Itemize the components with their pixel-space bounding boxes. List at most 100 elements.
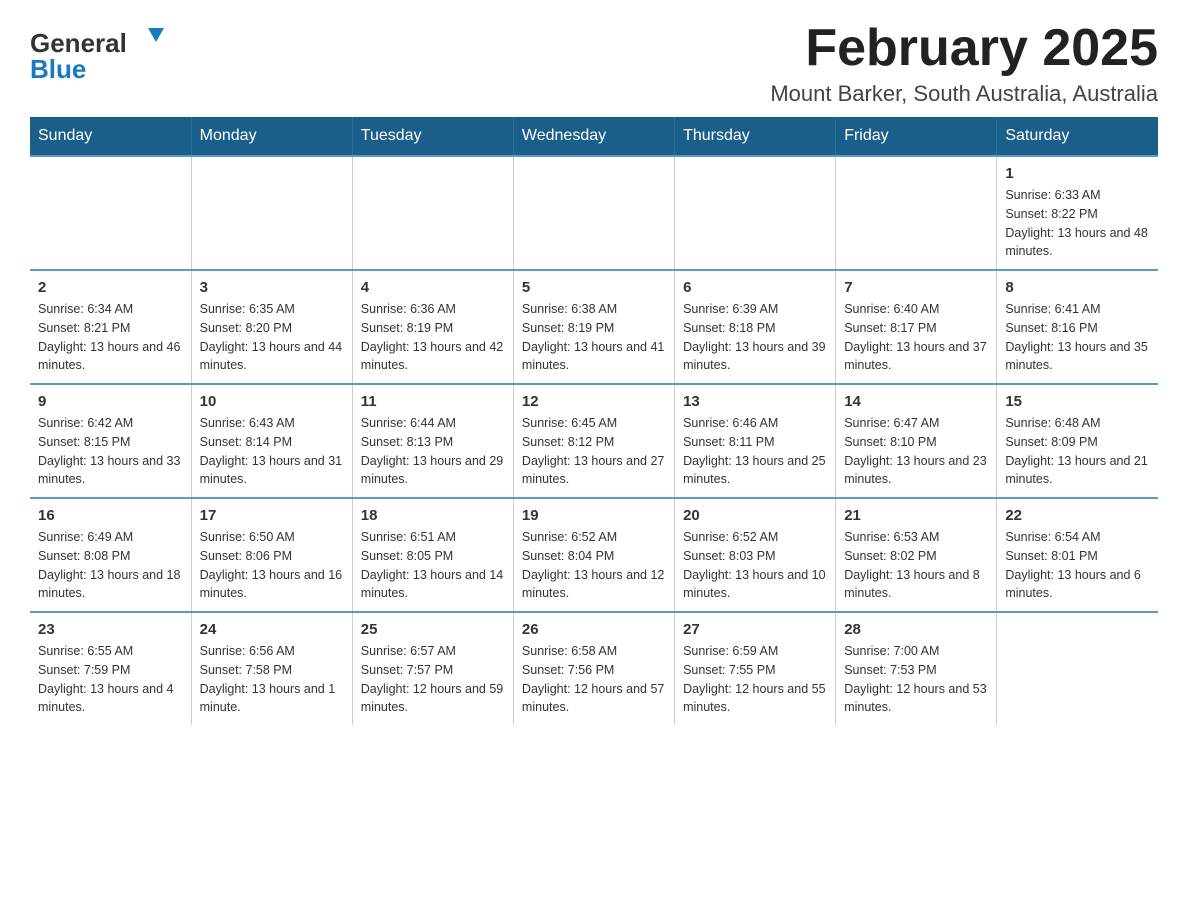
day-info: Sunrise: 6:54 AMSunset: 8:01 PMDaylight:… bbox=[1005, 528, 1150, 603]
calendar-table: SundayMondayTuesdayWednesdayThursdayFrid… bbox=[30, 117, 1158, 725]
page-subtitle: Mount Barker, South Australia, Australia bbox=[770, 81, 1158, 107]
calendar-cell: 15 Sunrise: 6:48 AMSunset: 8:09 PMDayligh… bbox=[997, 384, 1158, 498]
logo-svg: General Blue bbox=[30, 20, 180, 85]
week-row-4: 23 Sunrise: 6:55 AMSunset: 7:59 PMDayligh… bbox=[30, 612, 1158, 725]
week-row-0: 1Sunrise: 6:33 AMSunset: 8:22 PMDaylight… bbox=[30, 156, 1158, 270]
day-info: Sunrise: 6:53 AMSunset: 8:02 PMDaylight:… bbox=[844, 528, 988, 603]
svg-text:Blue: Blue bbox=[30, 54, 86, 84]
day-number: 23 bbox=[38, 621, 183, 638]
calendar-cell bbox=[352, 156, 513, 270]
day-number: 26 bbox=[522, 621, 666, 638]
day-number: 11 bbox=[361, 393, 505, 410]
page-title: February 2025 bbox=[770, 20, 1158, 77]
day-number: 16 bbox=[38, 507, 183, 524]
calendar-cell: 23 Sunrise: 6:55 AMSunset: 7:59 PMDayligh… bbox=[30, 612, 191, 725]
calendar-cell: 19 Sunrise: 6:52 AMSunset: 8:04 PMDayligh… bbox=[513, 498, 674, 612]
day-number: 24 bbox=[200, 621, 344, 638]
day-info: Sunrise: 6:50 AMSunset: 8:06 PMDaylight:… bbox=[200, 528, 344, 603]
day-number: 5 bbox=[522, 279, 666, 296]
title-block: February 2025 Mount Barker, South Austra… bbox=[770, 20, 1158, 107]
day-number: 22 bbox=[1005, 507, 1150, 524]
day-info: Sunrise: 6:52 AMSunset: 8:03 PMDaylight:… bbox=[683, 528, 827, 603]
calendar-cell: 27Sunrise: 6:59 AMSunset: 7:55 PMDayligh… bbox=[675, 612, 836, 725]
day-number: 18 bbox=[361, 507, 505, 524]
day-info: Sunrise: 6:56 AMSunset: 7:58 PMDaylight:… bbox=[200, 642, 344, 717]
day-number: 13 bbox=[683, 393, 827, 410]
calendar-cell: 18 Sunrise: 6:51 AMSunset: 8:05 PMDayligh… bbox=[352, 498, 513, 612]
day-number: 28 bbox=[844, 621, 988, 638]
day-number: 19 bbox=[522, 507, 666, 524]
calendar-cell bbox=[997, 612, 1158, 725]
calendar-cell: 21 Sunrise: 6:53 AMSunset: 8:02 PMDayligh… bbox=[836, 498, 997, 612]
header-wednesday: Wednesday bbox=[513, 117, 674, 156]
header-sunday: Sunday bbox=[30, 117, 191, 156]
calendar-cell: 4 Sunrise: 6:36 AMSunset: 8:19 PMDaylight… bbox=[352, 270, 513, 384]
calendar-cell: 11 Sunrise: 6:44 AMSunset: 8:13 PMDayligh… bbox=[352, 384, 513, 498]
day-info: Sunrise: 6:49 AMSunset: 8:08 PMDaylight:… bbox=[38, 528, 183, 603]
day-number: 3 bbox=[200, 279, 344, 296]
header-tuesday: Tuesday bbox=[352, 117, 513, 156]
header-monday: Monday bbox=[191, 117, 352, 156]
calendar-cell: 28 Sunrise: 7:00 AMSunset: 7:53 PMDayligh… bbox=[836, 612, 997, 725]
day-number: 10 bbox=[200, 393, 344, 410]
day-info: Sunrise: 6:40 AMSunset: 8:17 PMDaylight:… bbox=[844, 300, 988, 375]
day-info: Sunrise: 6:44 AMSunset: 8:13 PMDaylight:… bbox=[361, 414, 505, 489]
calendar-cell: 14 Sunrise: 6:47 AMSunset: 8:10 PMDayligh… bbox=[836, 384, 997, 498]
day-info: Sunrise: 6:34 AMSunset: 8:21 PMDaylight:… bbox=[38, 300, 183, 375]
calendar-cell: 17 Sunrise: 6:50 AMSunset: 8:06 PMDayligh… bbox=[191, 498, 352, 612]
day-info: Sunrise: 6:41 AMSunset: 8:16 PMDaylight:… bbox=[1005, 300, 1150, 375]
day-number: 17 bbox=[200, 507, 344, 524]
day-info: Sunrise: 6:57 AMSunset: 7:57 PMDaylight:… bbox=[361, 642, 505, 717]
calendar-header-row: SundayMondayTuesdayWednesdayThursdayFrid… bbox=[30, 117, 1158, 156]
calendar-cell: 24 Sunrise: 6:56 AMSunset: 7:58 PMDayligh… bbox=[191, 612, 352, 725]
calendar-cell: 16 Sunrise: 6:49 AMSunset: 8:08 PMDayligh… bbox=[30, 498, 191, 612]
calendar-cell bbox=[513, 156, 674, 270]
day-info: Sunrise: 6:47 AMSunset: 8:10 PMDaylight:… bbox=[844, 414, 988, 489]
day-info: Sunrise: 6:48 AMSunset: 8:09 PMDaylight:… bbox=[1005, 414, 1150, 489]
week-row-3: 16 Sunrise: 6:49 AMSunset: 8:08 PMDayligh… bbox=[30, 498, 1158, 612]
day-number: 6 bbox=[683, 279, 827, 296]
calendar-cell: 5 Sunrise: 6:38 AMSunset: 8:19 PMDaylight… bbox=[513, 270, 674, 384]
day-info: Sunrise: 6:42 AMSunset: 8:15 PMDaylight:… bbox=[38, 414, 183, 489]
day-number: 4 bbox=[361, 279, 505, 296]
day-info: Sunrise: 6:55 AMSunset: 7:59 PMDaylight:… bbox=[38, 642, 183, 717]
day-info: Sunrise: 7:00 AMSunset: 7:53 PMDaylight:… bbox=[844, 642, 988, 717]
day-number: 9 bbox=[38, 393, 183, 410]
day-info: Sunrise: 6:58 AMSunset: 7:56 PMDaylight:… bbox=[522, 642, 666, 717]
calendar-cell: 13Sunrise: 6:46 AMSunset: 8:11 PMDayligh… bbox=[675, 384, 836, 498]
header-saturday: Saturday bbox=[997, 117, 1158, 156]
calendar-cell: 20 Sunrise: 6:52 AMSunset: 8:03 PMDayligh… bbox=[675, 498, 836, 612]
calendar-cell: 12Sunrise: 6:45 AMSunset: 8:12 PMDayligh… bbox=[513, 384, 674, 498]
calendar-cell bbox=[30, 156, 191, 270]
day-info: Sunrise: 6:52 AMSunset: 8:04 PMDaylight:… bbox=[522, 528, 666, 603]
day-info: Sunrise: 6:36 AMSunset: 8:19 PMDaylight:… bbox=[361, 300, 505, 375]
day-number: 14 bbox=[844, 393, 988, 410]
calendar-cell: 22 Sunrise: 6:54 AMSunset: 8:01 PMDayligh… bbox=[997, 498, 1158, 612]
calendar-cell: 2 Sunrise: 6:34 AMSunset: 8:21 PMDaylight… bbox=[30, 270, 191, 384]
day-info: Sunrise: 6:35 AMSunset: 8:20 PMDaylight:… bbox=[200, 300, 344, 375]
day-number: 1 bbox=[1005, 165, 1150, 182]
calendar-cell bbox=[836, 156, 997, 270]
day-number: 8 bbox=[1005, 279, 1150, 296]
calendar-cell: 7 Sunrise: 6:40 AMSunset: 8:17 PMDaylight… bbox=[836, 270, 997, 384]
calendar-cell: 26 Sunrise: 6:58 AMSunset: 7:56 PMDayligh… bbox=[513, 612, 674, 725]
page-header: General Blue February 2025 Mount Barker,… bbox=[30, 20, 1158, 107]
header-friday: Friday bbox=[836, 117, 997, 156]
day-number: 21 bbox=[844, 507, 988, 524]
day-info: Sunrise: 6:51 AMSunset: 8:05 PMDaylight:… bbox=[361, 528, 505, 603]
day-info: Sunrise: 6:43 AMSunset: 8:14 PMDaylight:… bbox=[200, 414, 344, 489]
day-number: 15 bbox=[1005, 393, 1150, 410]
logo: General Blue bbox=[30, 20, 180, 85]
day-number: 20 bbox=[683, 507, 827, 524]
day-number: 25 bbox=[361, 621, 505, 638]
calendar-cell: 8 Sunrise: 6:41 AMSunset: 8:16 PMDaylight… bbox=[997, 270, 1158, 384]
calendar-cell: 25 Sunrise: 6:57 AMSunset: 7:57 PMDayligh… bbox=[352, 612, 513, 725]
day-number: 12 bbox=[522, 393, 666, 410]
calendar-cell bbox=[675, 156, 836, 270]
day-number: 2 bbox=[38, 279, 183, 296]
week-row-2: 9 Sunrise: 6:42 AMSunset: 8:15 PMDaylight… bbox=[30, 384, 1158, 498]
calendar-cell bbox=[191, 156, 352, 270]
day-info: Sunrise: 6:38 AMSunset: 8:19 PMDaylight:… bbox=[522, 300, 666, 375]
day-number: 27 bbox=[683, 621, 827, 638]
day-number: 7 bbox=[844, 279, 988, 296]
